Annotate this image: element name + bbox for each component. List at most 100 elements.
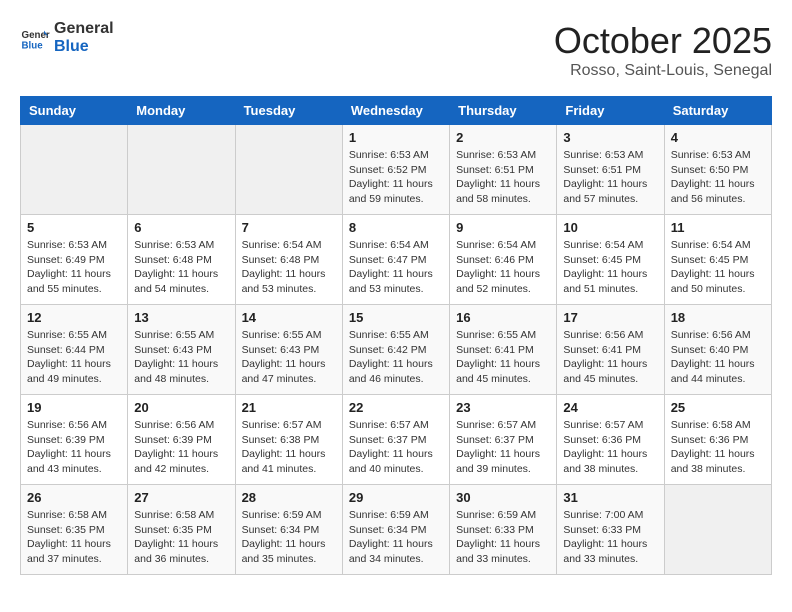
day-number: 19 <box>27 400 121 415</box>
day-info: Sunrise: 6:55 AM Sunset: 6:42 PM Dayligh… <box>349 328 443 387</box>
day-info: Sunrise: 6:55 AM Sunset: 6:43 PM Dayligh… <box>134 328 228 387</box>
calendar-cell: 20 Sunrise: 6:56 AM Sunset: 6:39 PM Dayli… <box>128 395 235 485</box>
calendar-cell: 15 Sunrise: 6:55 AM Sunset: 6:42 PM Dayli… <box>342 305 449 395</box>
location-title: Rosso, Saint-Louis, Senegal <box>554 62 772 80</box>
day-number: 6 <box>134 220 228 235</box>
calendar-cell: 22 Sunrise: 6:57 AM Sunset: 6:37 PM Dayli… <box>342 395 449 485</box>
calendar-cell: 21 Sunrise: 6:57 AM Sunset: 6:38 PM Dayli… <box>235 395 342 485</box>
calendar-table: SundayMondayTuesdayWednesdayThursdayFrid… <box>20 96 772 575</box>
weekday-header-monday: Monday <box>128 97 235 125</box>
calendar-cell: 7Sunrise: 6:54 AM Sunset: 6:48 PM Daylig… <box>235 215 342 305</box>
day-info: Sunrise: 6:54 AM Sunset: 6:46 PM Dayligh… <box>456 238 550 297</box>
day-number: 31 <box>563 490 657 505</box>
calendar-cell: 6 Sunrise: 6:53 AM Sunset: 6:48 PM Daylig… <box>128 215 235 305</box>
day-info: Sunrise: 7:00 AM Sunset: 6:33 PM Dayligh… <box>563 508 657 567</box>
calendar-cell: 27Sunrise: 6:58 AM Sunset: 6:35 PM Dayli… <box>128 485 235 575</box>
day-number: 26 <box>27 490 121 505</box>
calendar-cell: 24 Sunrise: 6:57 AM Sunset: 6:36 PM Dayli… <box>557 395 664 485</box>
day-info: Sunrise: 6:53 AM Sunset: 6:49 PM Dayligh… <box>27 238 121 297</box>
calendar-cell <box>664 485 771 575</box>
logo-icon: General Blue <box>20 23 50 53</box>
day-info: Sunrise: 6:55 AM Sunset: 6:41 PM Dayligh… <box>456 328 550 387</box>
calendar-cell: 25 Sunrise: 6:58 AM Sunset: 6:36 PM Dayli… <box>664 395 771 485</box>
week-row-4: 19 Sunrise: 6:56 AM Sunset: 6:39 PM Dayli… <box>21 395 772 485</box>
calendar-cell <box>21 125 128 215</box>
day-number: 24 <box>563 400 657 415</box>
svg-text:General: General <box>22 30 51 41</box>
day-info: Sunrise: 6:59 AM Sunset: 6:33 PM Dayligh… <box>456 508 550 567</box>
day-info: Sunrise: 6:56 AM Sunset: 6:41 PM Dayligh… <box>563 328 657 387</box>
day-info: Sunrise: 6:59 AM Sunset: 6:34 PM Dayligh… <box>242 508 336 567</box>
calendar-cell: 31 Sunrise: 7:00 AM Sunset: 6:33 PM Dayli… <box>557 485 664 575</box>
day-info: Sunrise: 6:56 AM Sunset: 6:39 PM Dayligh… <box>134 418 228 477</box>
week-row-3: 12 Sunrise: 6:55 AM Sunset: 6:44 PM Dayli… <box>21 305 772 395</box>
day-info: Sunrise: 6:53 AM Sunset: 6:51 PM Dayligh… <box>456 148 550 207</box>
calendar-cell: 23 Sunrise: 6:57 AM Sunset: 6:37 PM Dayli… <box>450 395 557 485</box>
day-info: Sunrise: 6:54 AM Sunset: 6:45 PM Dayligh… <box>563 238 657 297</box>
calendar-cell: 30 Sunrise: 6:59 AM Sunset: 6:33 PM Dayli… <box>450 485 557 575</box>
weekday-header-sunday: Sunday <box>21 97 128 125</box>
calendar-cell: 18 Sunrise: 6:56 AM Sunset: 6:40 PM Dayli… <box>664 305 771 395</box>
day-info: Sunrise: 6:54 AM Sunset: 6:47 PM Dayligh… <box>349 238 443 297</box>
svg-text:Blue: Blue <box>22 40 44 51</box>
week-row-2: 5 Sunrise: 6:53 AM Sunset: 6:49 PM Daylig… <box>21 215 772 305</box>
week-row-5: 26 Sunrise: 6:58 AM Sunset: 6:35 PM Dayli… <box>21 485 772 575</box>
calendar-cell <box>235 125 342 215</box>
day-number: 7 <box>242 220 336 235</box>
calendar-cell: 16 Sunrise: 6:55 AM Sunset: 6:41 PM Dayli… <box>450 305 557 395</box>
day-number: 14 <box>242 310 336 325</box>
calendar-cell: 4Sunrise: 6:53 AM Sunset: 6:50 PM Daylig… <box>664 125 771 215</box>
day-info: Sunrise: 6:53 AM Sunset: 6:48 PM Dayligh… <box>134 238 228 297</box>
day-number: 13 <box>134 310 228 325</box>
day-info: Sunrise: 6:55 AM Sunset: 6:44 PM Dayligh… <box>27 328 121 387</box>
logo-blue: Blue <box>54 38 114 56</box>
calendar-cell: 19 Sunrise: 6:56 AM Sunset: 6:39 PM Dayli… <box>21 395 128 485</box>
calendar-cell: 2 Sunrise: 6:53 AM Sunset: 6:51 PM Daylig… <box>450 125 557 215</box>
day-number: 12 <box>27 310 121 325</box>
calendar-cell: 8 Sunrise: 6:54 AM Sunset: 6:47 PM Daylig… <box>342 215 449 305</box>
day-number: 10 <box>563 220 657 235</box>
day-number: 22 <box>349 400 443 415</box>
day-number: 15 <box>349 310 443 325</box>
weekday-header-friday: Friday <box>557 97 664 125</box>
day-info: Sunrise: 6:58 AM Sunset: 6:35 PM Dayligh… <box>27 508 121 567</box>
day-info: Sunrise: 6:58 AM Sunset: 6:36 PM Dayligh… <box>671 418 765 477</box>
calendar-cell: 1 Sunrise: 6:53 AM Sunset: 6:52 PM Daylig… <box>342 125 449 215</box>
day-number: 5 <box>27 220 121 235</box>
day-number: 3 <box>563 130 657 145</box>
calendar-cell: 11Sunrise: 6:54 AM Sunset: 6:45 PM Dayli… <box>664 215 771 305</box>
week-row-1: 1 Sunrise: 6:53 AM Sunset: 6:52 PM Daylig… <box>21 125 772 215</box>
calendar-cell: 3Sunrise: 6:53 AM Sunset: 6:51 PM Daylig… <box>557 125 664 215</box>
calendar-cell: 5 Sunrise: 6:53 AM Sunset: 6:49 PM Daylig… <box>21 215 128 305</box>
day-number: 25 <box>671 400 765 415</box>
month-title: October 2025 <box>554 20 772 62</box>
day-number: 17 <box>563 310 657 325</box>
day-info: Sunrise: 6:56 AM Sunset: 6:39 PM Dayligh… <box>27 418 121 477</box>
day-info: Sunrise: 6:57 AM Sunset: 6:36 PM Dayligh… <box>563 418 657 477</box>
day-info: Sunrise: 6:56 AM Sunset: 6:40 PM Dayligh… <box>671 328 765 387</box>
day-number: 28 <box>242 490 336 505</box>
day-number: 30 <box>456 490 550 505</box>
calendar-cell: 9 Sunrise: 6:54 AM Sunset: 6:46 PM Daylig… <box>450 215 557 305</box>
day-info: Sunrise: 6:53 AM Sunset: 6:50 PM Dayligh… <box>671 148 765 207</box>
day-number: 23 <box>456 400 550 415</box>
day-number: 20 <box>134 400 228 415</box>
day-number: 18 <box>671 310 765 325</box>
day-number: 16 <box>456 310 550 325</box>
day-number: 9 <box>456 220 550 235</box>
day-number: 1 <box>349 130 443 145</box>
logo-general: General <box>54 20 114 38</box>
day-number: 2 <box>456 130 550 145</box>
day-info: Sunrise: 6:57 AM Sunset: 6:37 PM Dayligh… <box>456 418 550 477</box>
day-info: Sunrise: 6:57 AM Sunset: 6:38 PM Dayligh… <box>242 418 336 477</box>
day-info: Sunrise: 6:58 AM Sunset: 6:35 PM Dayligh… <box>134 508 228 567</box>
weekday-header-tuesday: Tuesday <box>235 97 342 125</box>
day-number: 21 <box>242 400 336 415</box>
day-number: 8 <box>349 220 443 235</box>
calendar-header: SundayMondayTuesdayWednesdayThursdayFrid… <box>21 97 772 125</box>
weekday-header-thursday: Thursday <box>450 97 557 125</box>
day-number: 11 <box>671 220 765 235</box>
calendar-cell: 13 Sunrise: 6:55 AM Sunset: 6:43 PM Dayli… <box>128 305 235 395</box>
day-info: Sunrise: 6:57 AM Sunset: 6:37 PM Dayligh… <box>349 418 443 477</box>
day-info: Sunrise: 6:53 AM Sunset: 6:52 PM Dayligh… <box>349 148 443 207</box>
